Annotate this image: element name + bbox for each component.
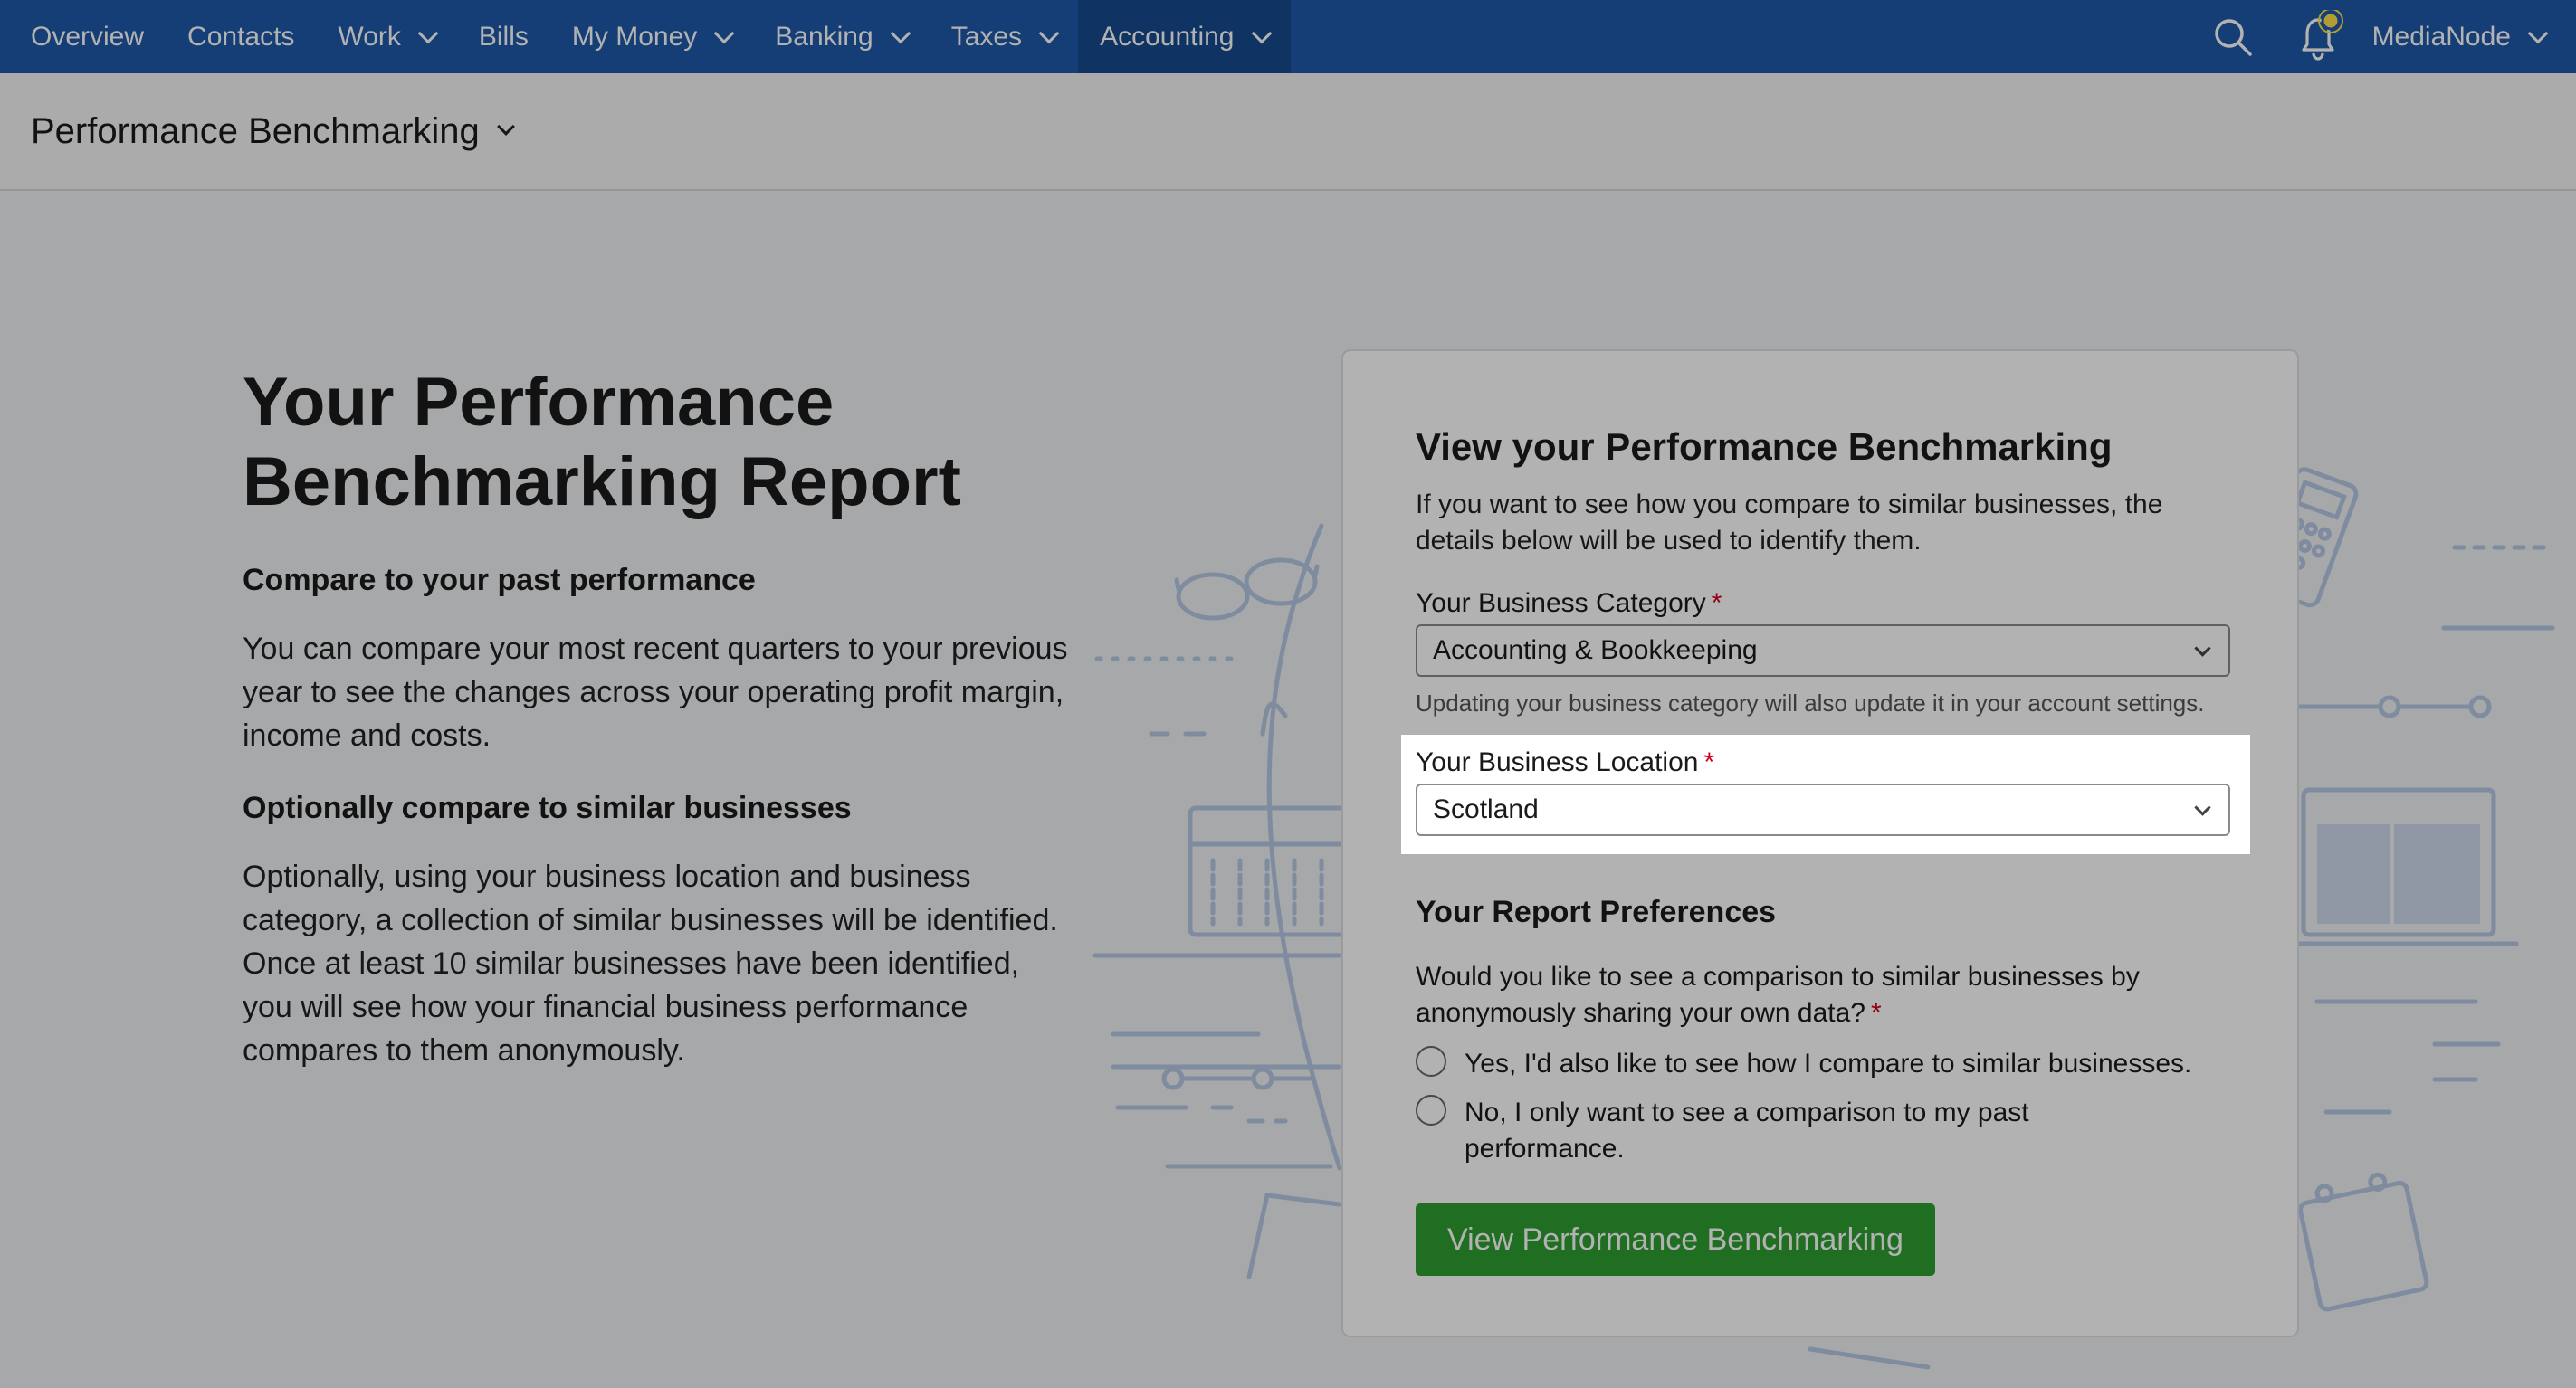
section-heading-similar: Optionally compare to similar businesses (243, 791, 852, 825)
notifications-button[interactable] (2276, 0, 2363, 73)
option-no-label: No, I only want to see a comparison to m… (1465, 1098, 2029, 1164)
chevron-down-icon (2194, 640, 2211, 657)
radio-no[interactable] (1416, 1095, 1446, 1126)
section-text-past: You can compare your most recent quarter… (243, 632, 1068, 753)
section-text-similar: Optionally, using your business location… (243, 860, 1058, 1068)
card-title: View your Performance Benchmarking (1416, 425, 2113, 468)
page-title: Performance Benchmarking (31, 110, 480, 151)
prefs-question: Would you like to see a comparison to si… (1416, 959, 2230, 1031)
business-category-select[interactable]: Accounting & Bookkeeping (1416, 624, 2230, 677)
report-title: Your Performance Benchmarking Report (243, 364, 961, 520)
business-location-value: Scotland (1433, 794, 1539, 824)
nav-overview[interactable]: Overview (0, 0, 166, 73)
chevron-down-icon (890, 23, 911, 43)
required-mark: * (1870, 998, 1882, 1028)
nav-contacts-label: Contacts (187, 21, 295, 52)
business-location-select[interactable]: Scotland (1416, 784, 2230, 836)
benchmarking-form-card: View your Performance Benchmarking If yo… (1341, 349, 2299, 1337)
nav-taxes[interactable]: Taxes (930, 0, 1078, 73)
option-yes[interactable]: Yes, I'd also like to see how I compare … (1416, 1046, 2230, 1082)
option-yes-label: Yes, I'd also like to see how I compare … (1465, 1049, 2192, 1079)
chevron-down-icon (713, 23, 735, 43)
view-benchmarking-button[interactable]: View Performance Benchmarking (1416, 1203, 1935, 1276)
page-header: Performance Benchmarking (0, 73, 2576, 191)
account-menu[interactable]: MediaNode (2363, 22, 2576, 52)
section-heading-past: Compare to your past performance (243, 563, 756, 597)
nav-banking-label: Banking (775, 21, 873, 52)
nav-contacts[interactable]: Contacts (166, 0, 316, 73)
nav-overview-label: Overview (31, 21, 145, 52)
nav-work-label: Work (338, 21, 401, 52)
laptop-icon (2287, 787, 2519, 946)
location-label-text: Your Business Location (1416, 747, 1699, 777)
option-no[interactable]: No, I only want to see a comparison to m… (1416, 1095, 2104, 1167)
intro-section: Your Performance Benchmarking Report Com… (243, 363, 1075, 1072)
nav-utilities: MediaNode (2190, 0, 2576, 73)
radio-yes[interactable] (1416, 1046, 1446, 1077)
nav-taxes-label: Taxes (950, 21, 1023, 52)
nav-work[interactable]: Work (316, 0, 456, 73)
nav-my-money[interactable]: My Money (550, 0, 753, 73)
location-label: Your Business Location * (1416, 746, 2230, 780)
calendar-icon (2297, 1172, 2429, 1312)
nav-my-money-label: My Money (571, 21, 698, 52)
page-title-dropdown[interactable]: Performance Benchmarking (31, 110, 515, 152)
bell-icon (2301, 9, 2343, 61)
nav-banking[interactable]: Banking (753, 0, 929, 73)
nav-bills-label: Bills (478, 21, 529, 52)
search-button[interactable] (2190, 0, 2276, 73)
required-mark: * (1711, 588, 1722, 618)
chevron-down-icon (1038, 23, 1060, 43)
business-category-value: Accounting & Bookkeeping (1433, 635, 1758, 665)
main-content: Your Performance Benchmarking Report Com… (0, 191, 2576, 1388)
nav-accounting-label: Accounting (1100, 21, 1235, 52)
nav-bills[interactable]: Bills (457, 0, 550, 73)
chevron-down-icon (2194, 799, 2211, 816)
chevron-down-icon (496, 118, 515, 136)
chevron-down-icon (2527, 23, 2549, 43)
glasses-icon (1174, 557, 1320, 621)
category-help-text: Updating your business category will als… (1416, 689, 2205, 717)
required-mark: * (1703, 747, 1715, 777)
top-nav: Overview Contacts Work Bills My Money Ba… (0, 0, 2576, 73)
prefs-question-text: Would you like to see a comparison to si… (1416, 962, 2140, 1028)
category-label: Your Business Category * (1416, 586, 2230, 621)
account-name: MediaNode (2371, 21, 2511, 52)
nav-accounting[interactable]: Accounting (1078, 0, 1291, 73)
chevron-down-icon (1251, 23, 1272, 43)
search-icon (2214, 18, 2252, 56)
chevron-down-icon (417, 23, 439, 43)
category-label-text: Your Business Category (1416, 588, 1706, 618)
card-lead: If you want to see how you compare to si… (1416, 490, 2163, 556)
prefs-heading: Your Report Preferences (1416, 895, 1777, 929)
